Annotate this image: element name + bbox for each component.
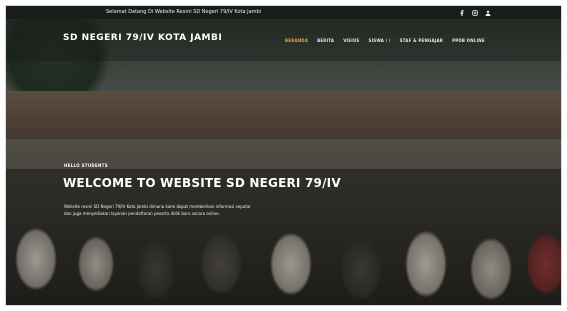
main-navbar: SD NEGERI 79/IV KOTA JAMBI BERANDA BERIT… xyxy=(6,19,561,61)
facebook-icon[interactable] xyxy=(459,9,465,16)
social-icons xyxy=(459,6,491,19)
hero-description: Website resmi SD Negeri 79/IV Kota Jambi… xyxy=(64,204,251,216)
main-menu: BERANDA BERITA VISIUS SISWA / / STAF & P… xyxy=(285,38,485,43)
top-bar: Selamat Datang Di Website Resmi SD Neger… xyxy=(6,6,561,19)
browser-viewport: Selamat Datang Di Website Resmi SD Neger… xyxy=(5,5,562,306)
nav-item-berita[interactable]: BERITA xyxy=(317,38,334,43)
nav-item-visius[interactable]: VISIUS xyxy=(343,38,359,43)
hero-title: WELCOME TO WEBSITE SD NEGERI 79/IV xyxy=(63,176,341,190)
user-icon[interactable] xyxy=(485,10,491,16)
nav-item-beranda[interactable]: BERANDA xyxy=(285,38,308,43)
welcome-message: Selamat Datang Di Website Resmi SD Neger… xyxy=(106,9,262,15)
instagram-icon[interactable] xyxy=(472,9,478,16)
nav-item-staf-pengajar[interactable]: STAF & PENGAJAR xyxy=(400,38,443,43)
nav-item-siswa[interactable]: SISWA / / xyxy=(369,38,391,43)
nav-item-ppdb-online[interactable]: PPDB ONLINE xyxy=(452,38,485,43)
site-brand[interactable]: SD NEGERI 79/IV KOTA JAMBI xyxy=(63,33,222,43)
hero-kicker: HELLO STUDENTS xyxy=(64,163,108,168)
